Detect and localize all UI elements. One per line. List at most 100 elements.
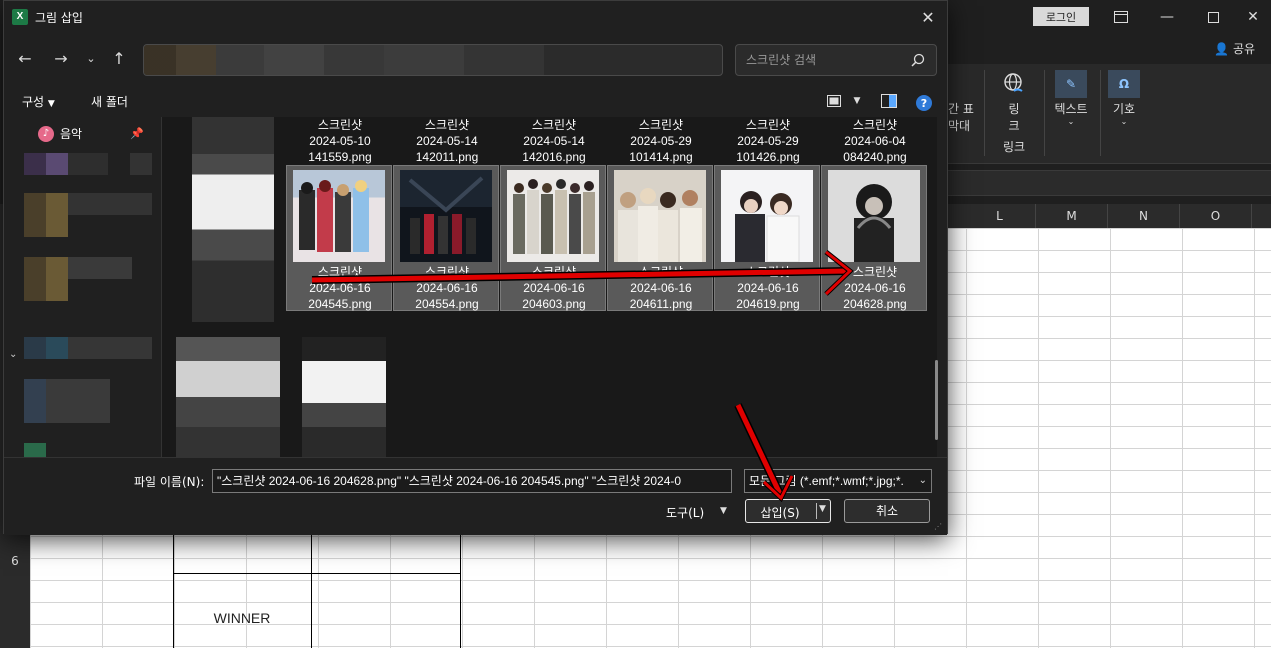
navigation-pane: ♪ 음악 📌 ⌄ [4, 117, 162, 457]
recent-chevron-icon[interactable]: ⌄ [78, 45, 104, 71]
ribbon-link-group[interactable]: 링 크 링크 [992, 70, 1036, 155]
nav-item-music[interactable]: ♪ 음악 [38, 125, 82, 142]
file-item-selected[interactable]: 스크린샷 2024-06-16 204628.png [821, 165, 927, 311]
file-name-line: 142016.png [522, 150, 586, 164]
chevron-down-icon: ⌄ [1120, 117, 1128, 126]
file-item-selected[interactable]: 스크린샷 2024-06-16 204619.png [714, 165, 820, 311]
expand-chevron-icon[interactable]: ⌄ [9, 349, 17, 360]
up-arrow-icon[interactable]: ↑ [106, 45, 132, 71]
file-name-line: 스크린샷 [638, 265, 684, 279]
ribbon-display-icon[interactable] [1098, 0, 1144, 34]
forward-arrow-icon[interactable]: → [48, 45, 74, 71]
scrollbar[interactable] [935, 360, 938, 440]
pin-icon[interactable]: 📌 [130, 127, 144, 140]
cell-winner[interactable]: WINNER [173, 610, 311, 626]
nav-item-blurred[interactable] [68, 337, 152, 359]
text-box-icon: ✎ [1055, 70, 1087, 98]
column-l[interactable]: L [964, 204, 1036, 228]
file-item-blurred[interactable] [192, 117, 274, 322]
nav-item-blurred[interactable] [24, 379, 46, 423]
file-item[interactable]: 스크린샷 2024-06-04 084240.png [822, 117, 928, 165]
file-name-line: 204611.png [629, 297, 693, 311]
insert-picture-dialog: X 그림 삽입 ✕ ← → ⌄ ↑ ⌄ ⟳ 구성 ▼ 새 폴더 ▼ ? [3, 0, 948, 535]
file-name-line: 2024-06-16 [523, 281, 585, 295]
ribbon-symbol-button[interactable]: Ω 기호 ⌄ [1106, 70, 1142, 126]
ribbon-text-button[interactable]: ✎ 텍스트 ⌄ [1048, 70, 1094, 126]
help-icon[interactable]: ? [916, 95, 932, 111]
split-divider [816, 503, 817, 519]
minimize-icon[interactable]: — [1144, 0, 1190, 34]
ribbon-separator [1100, 70, 1101, 156]
view-mode-icon[interactable] [824, 91, 844, 111]
tools-button[interactable]: 도구(L) [666, 504, 704, 521]
file-item-selected[interactable]: 스크린샷 2024-06-16 204554.png [393, 165, 499, 311]
cancel-button[interactable]: 취소 [844, 499, 930, 523]
insert-button[interactable]: 삽입(S) ▼ [745, 499, 831, 523]
image-thumbnail [828, 170, 920, 262]
tools-dropdown-icon[interactable]: ▼ [720, 506, 727, 516]
nav-item-blurred[interactable] [24, 193, 46, 237]
insert-options-icon[interactable]: ▼ [819, 504, 826, 514]
file-name-line: 2024-06-16 [844, 281, 906, 295]
nav-item-blurred[interactable] [68, 257, 132, 279]
column-o[interactable]: O [1180, 204, 1252, 228]
share-button[interactable]: 👤 공유 [1214, 40, 1255, 57]
image-thumbnail [293, 170, 385, 262]
search-icon[interactable] [910, 52, 926, 68]
column-m[interactable]: M [1036, 204, 1108, 228]
new-folder-button[interactable]: 새 폴더 [91, 93, 128, 110]
view-options-chevron-icon[interactable]: ▼ [847, 91, 867, 111]
file-item[interactable]: 스크린샷 2024-05-29 101426.png [715, 117, 821, 165]
file-name-line: 2024-05-29 [737, 134, 799, 148]
ribbon-table-group[interactable]: 간 표 막대 [948, 70, 976, 134]
nav-item-blurred[interactable] [46, 337, 68, 359]
nav-item-blurred[interactable] [46, 153, 68, 175]
filename-label: 파일 이름(N): [134, 475, 205, 489]
search-box[interactable] [735, 44, 937, 76]
file-name-line: 204545.png [308, 297, 372, 311]
close-icon[interactable]: ✕ [915, 5, 941, 29]
file-name-line: 스크린샷 [745, 265, 791, 279]
file-item[interactable]: 스크린샷 2024-05-10 141559.png [287, 117, 393, 165]
ribbon-separator [1044, 70, 1045, 156]
nav-item-blurred[interactable] [68, 193, 152, 215]
address-bar[interactable]: ⌄ ⟳ [143, 44, 723, 76]
back-arrow-icon[interactable]: ← [12, 45, 38, 71]
nav-item-blurred[interactable] [130, 153, 152, 175]
preview-pane-icon[interactable] [879, 91, 899, 111]
file-item-selected[interactable]: 스크린샷 2024-06-16 204611.png [607, 165, 713, 311]
column-n[interactable]: N [1108, 204, 1180, 228]
organize-button[interactable]: 구성 ▼ [22, 93, 55, 110]
image-thumbnail [614, 170, 706, 262]
filetype-select[interactable]: 모든 그림 (*.emf;*.wmf;*.jpg;*. ⌄ [744, 469, 932, 493]
file-item-selected[interactable]: 스크린샷 2024-06-16 204545.png [286, 165, 392, 311]
dialog-footer: 파일 이름(N): "스크린샷 2024-06-16 204628.png" "… [4, 457, 947, 535]
nav-item-blurred[interactable] [46, 379, 110, 423]
formula-bar[interactable] [948, 170, 1271, 196]
nav-item-blurred[interactable] [24, 337, 46, 359]
search-input[interactable] [746, 45, 906, 75]
dialog-titlebar: X 그림 삽입 ✕ [4, 1, 947, 33]
file-item[interactable]: 스크린샷 2024-05-14 142016.png [501, 117, 607, 165]
nav-item-blurred[interactable] [46, 257, 68, 301]
file-item[interactable]: 스크린샷 2024-05-14 142011.png [394, 117, 500, 165]
file-item-blurred[interactable] [302, 337, 386, 457]
file-name-line: 2024-05-29 [630, 134, 692, 148]
login-button[interactable]: 로그인 [1033, 7, 1089, 26]
filename-input[interactable]: "스크린샷 2024-06-16 204628.png" "스크린샷 2024-… [212, 469, 732, 493]
file-name-line: 141559.png [308, 150, 372, 164]
file-name-line: 스크린샷 [745, 118, 791, 132]
file-item[interactable]: 스크린샷 2024-05-29 101414.png [608, 117, 714, 165]
nav-item-blurred[interactable] [24, 443, 46, 457]
close-window-icon[interactable]: ✕ [1230, 0, 1271, 34]
nav-item-blurred[interactable] [46, 193, 68, 237]
nav-item-blurred[interactable] [68, 153, 108, 175]
file-caption: 스크린샷 2024-06-16 204603.png [501, 264, 607, 312]
nav-item-blurred[interactable] [24, 257, 46, 301]
file-name-line: 204619.png [736, 297, 800, 311]
nav-item-blurred[interactable] [24, 153, 46, 175]
resize-grip-icon[interactable]: ⋰ [934, 522, 944, 532]
file-item-blurred[interactable] [176, 337, 280, 457]
row-number-6[interactable]: 6 [0, 554, 30, 568]
file-item-selected[interactable]: 스크린샷 2024-06-16 204603.png [500, 165, 606, 311]
